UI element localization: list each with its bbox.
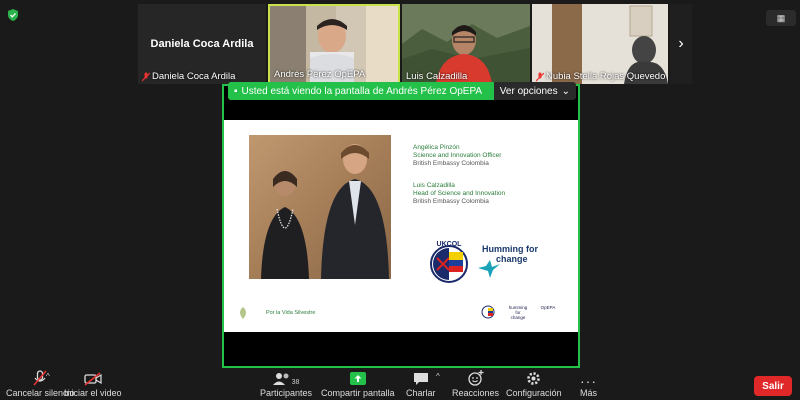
mic-muted-icon [536,72,544,81]
chevron-right-icon: › [678,35,684,52]
participant-name-label: Daniela Coca Ardila [142,71,235,82]
reactions-icon [467,370,484,386]
ukcol-logo: UKCOL [430,241,468,283]
chat-icon [413,373,428,385]
participant-tile-daniela[interactable]: Daniela Coca Ardila Daniela Coca Ardila [138,4,266,84]
speaker-photo-woman [261,170,309,279]
share-banner-message: ▪ Usted está viendo la pantalla de André… [228,82,494,100]
security-shield-icon[interactable] [6,8,20,22]
ukcol-small-logo [478,305,498,321]
participants-icon [272,373,289,385]
grid-view-icon: ▦ [776,12,786,23]
opepa-small-logo: OpEPA [540,305,556,310]
chat-options-caret[interactable]: ^ [436,372,440,381]
reactions-button[interactable]: Reacciones [452,370,499,398]
share-screen-icon [349,372,366,385]
footer-logos: humming for change OpEPA [478,305,558,321]
svg-text:UKCOL: UKCOL [437,241,463,248]
leaf-logo-icon [240,307,246,319]
footer-text: Por la Vida Silvestre [266,310,316,316]
gear-icon [527,372,541,385]
speaker1-org: British Embassy Colombia [413,160,489,167]
next-page-button[interactable]: › [670,4,692,84]
speaker-photo-man [321,144,389,279]
speaker2-org: British Embassy Colombia [413,198,489,205]
speaker1-name: Angélica Pinzón [413,144,460,151]
mic-muted-icon [142,72,150,81]
more-dots-icon: ··· [580,373,597,389]
speaker2-role: Head of Science and Innovation [413,190,506,197]
start-video-button[interactable]: Iniciar el video [64,370,122,398]
audio-options-caret[interactable]: ^ [46,372,50,381]
share-banner: ▪ Usted está viendo la pantalla de André… [228,82,576,100]
more-button[interactable]: ··· Más [580,370,597,398]
speaker2-name: Luis Calzadilla [413,182,455,189]
participant-name-label: Nubia Stella Rojas Quevedo [536,71,665,82]
settings-button[interactable]: Configuración [506,370,562,398]
speaker-names: Angélica Pinzón Science and Innovation O… [413,144,505,220]
chat-button[interactable]: Charlar [406,370,436,398]
humming-small-logo: humming for change [508,305,528,320]
participant-tile-nubia[interactable]: Nubia Stella Rojas Quevedo [532,4,668,84]
speakers-photo [249,135,391,279]
screen-share-icon: ▪ [234,85,238,97]
leave-meeting-button[interactable]: Salir [754,376,792,396]
participant-name-label: Luis Calzadilla [406,71,468,82]
participant-name-label: Andrés Pérez OpEPA [274,69,366,80]
participant-big-name: Daniela Coca Ardila [150,38,254,50]
hummingbird-icon [478,260,500,278]
video-off-icon [84,372,102,386]
participant-tile-luis[interactable]: Luis Calzadilla [402,4,530,84]
presentation-slide: Angélica Pinzón Science and Innovation O… [224,120,578,332]
view-button[interactable]: ▦ [766,10,796,26]
chevron-down-icon: ⌄ [561,85,570,97]
share-screen-button[interactable]: Compartir pantalla [321,370,395,398]
participants-button[interactable]: 38 Participantes [260,370,312,398]
participants-count: 38 [291,379,300,386]
slide-footer: Por la Vida Silvestre [236,306,315,320]
view-options-button[interactable]: Ver opciones ⌄ [493,82,576,100]
participant-tile-andres[interactable]: Andrés Pérez OpEPA [268,4,400,84]
speaker1-role: Science and Innovation Officer [413,152,502,159]
meeting-toolbar: Cancelar silencio ^ Iniciar el video 38 … [0,368,800,400]
